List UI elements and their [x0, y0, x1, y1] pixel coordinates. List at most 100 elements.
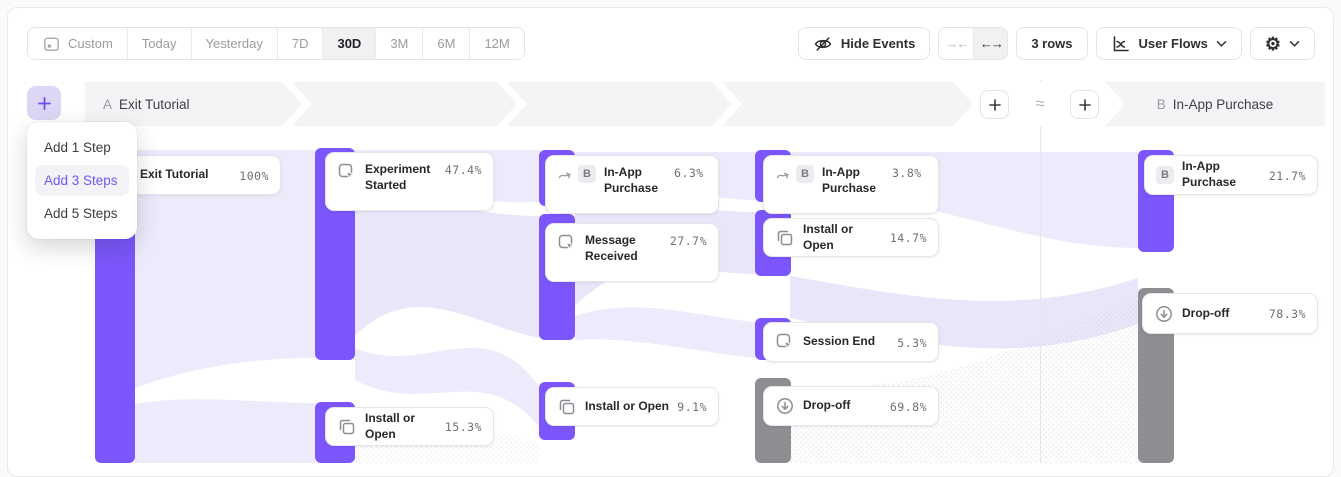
install-icon [337, 417, 357, 437]
date-range-7d[interactable]: 7D [278, 28, 324, 59]
date-range-label: 6M [437, 36, 455, 51]
date-range-yesterday[interactable]: Yesterday [192, 28, 278, 59]
node-value: 5.3% [897, 335, 927, 350]
approx-join-symbol: ≈ [1024, 82, 1056, 126]
flow-node-experiment-started[interactable]: Experiment Started 47.4% [325, 152, 494, 211]
add-step-button-a[interactable] [980, 90, 1009, 119]
flow-node-in-app-purchase-3[interactable]: B In-App Purchase 3.8% [763, 155, 939, 214]
toolbar-right: Hide Events →← ←→ 3 rows User Flows ⚙ [798, 27, 1315, 60]
calendar-icon [42, 34, 61, 53]
drop-off-icon [775, 396, 795, 416]
view-selector-button[interactable]: User Flows [1096, 27, 1242, 60]
flow-node-drop-off-78[interactable]: Drop-off 78.3% [1142, 293, 1318, 334]
date-range-control: Custom Today Yesterday 7D 30D 3M 6M 12M [27, 27, 525, 60]
flow-link-band[interactable] [355, 192, 540, 338]
settings-button[interactable]: ⚙ [1250, 27, 1315, 60]
collapse-expand-control: →← ←→ [938, 27, 1008, 60]
plus-icon [988, 98, 1002, 112]
node-value: 47.4% [445, 162, 482, 177]
node-label: Session End [803, 334, 889, 350]
flow-node-install-or-open-9[interactable]: Install or Open 9.1% [545, 387, 719, 426]
rows-button[interactable]: 3 rows [1016, 27, 1087, 60]
node-value: 14.7% [890, 230, 927, 245]
flows-chart-icon [1111, 34, 1131, 54]
node-label: Message Received [585, 233, 662, 265]
date-range-label: Yesterday [206, 36, 263, 51]
node-value: 78.3% [1269, 306, 1306, 321]
date-range-label: Today [142, 36, 177, 51]
menu-item-add-1-step[interactable]: Add 1 Step [35, 132, 129, 163]
date-range-3m[interactable]: 3M [376, 28, 423, 59]
node-icon-group: B [557, 165, 596, 183]
step-letter-a: A [103, 97, 112, 112]
date-range-label: 7D [292, 36, 309, 51]
step-letter-b: B [1157, 97, 1166, 112]
date-range-label: 30D [337, 36, 361, 51]
node-value: 100% [239, 168, 269, 183]
node-label: Install or Open [585, 399, 669, 415]
view-selector-label: User Flows [1139, 36, 1208, 51]
event-icon [337, 162, 357, 182]
node-label: Drop-off [803, 398, 882, 414]
flow-link-band[interactable] [135, 399, 315, 463]
add-step-button-b[interactable] [1070, 90, 1099, 119]
node-value: 9.1% [677, 399, 707, 414]
node-label: Experiment Started [365, 162, 437, 194]
flow-node-in-app-purchase-21[interactable]: B In-App Purchase 21.7% [1144, 155, 1318, 195]
step-name-b: In-App Purchase [1173, 97, 1274, 112]
event-icon [557, 233, 577, 253]
step-banner-b-label: B In-App Purchase [1105, 82, 1325, 126]
hide-events-label: Hide Events [841, 36, 915, 51]
flow-node-install-or-open-15[interactable]: Install or Open 15.3% [325, 407, 494, 446]
date-range-label: Custom [68, 36, 113, 51]
node-label: Drop-off [1182, 306, 1261, 322]
rows-label: 3 rows [1031, 36, 1072, 51]
section-divider [1040, 80, 1041, 463]
flow-link-band[interactable] [575, 307, 755, 358]
date-range-today[interactable]: Today [128, 28, 192, 59]
node-value: 6.3% [674, 165, 704, 180]
date-range-custom[interactable]: Custom [28, 28, 128, 59]
chevron-down-icon [1289, 40, 1300, 48]
expand-columns-button[interactable]: ←→ [973, 28, 1007, 59]
event-icon [775, 332, 795, 352]
menu-item-add-3-steps[interactable]: Add 3 Steps [35, 165, 129, 196]
date-range-6m[interactable]: 6M [423, 28, 470, 59]
node-value: 27.7% [670, 233, 707, 248]
plus-icon [37, 96, 52, 111]
install-icon [557, 397, 577, 417]
step-b-badge: B [578, 165, 596, 183]
node-value: 69.8% [890, 399, 927, 414]
step-banner-a-label: A Exit Tutorial [103, 82, 190, 126]
flow-node-install-or-open-14[interactable]: Install or Open 14.7% [763, 218, 939, 257]
node-value: 3.8% [892, 165, 922, 180]
collapse-columns-button[interactable]: →← [939, 28, 973, 59]
step-banner-a[interactable] [85, 82, 975, 126]
add-step-plus-button[interactable] [27, 86, 61, 120]
collapse-arrows-icon: →← [945, 36, 967, 51]
flow-arrow-icon [775, 166, 791, 182]
flow-node-drop-off-69[interactable]: Drop-off 69.8% [763, 386, 939, 426]
menu-item-add-5-steps[interactable]: Add 5 Steps [35, 198, 129, 229]
flow-arrow-icon [557, 166, 573, 182]
install-icon [775, 228, 795, 248]
node-label: Install or Open [803, 222, 882, 254]
date-range-12m[interactable]: 12M [470, 28, 523, 59]
node-icon-group: B [775, 165, 814, 183]
add-step-menu: Add 1 Step Add 3 Steps Add 5 Steps [27, 122, 137, 239]
drop-off-icon [1154, 304, 1174, 324]
date-range-label: 12M [484, 36, 509, 51]
node-label: Install or Open [365, 411, 437, 443]
step-b-badge: B [1156, 166, 1174, 184]
hide-events-button[interactable]: Hide Events [798, 27, 930, 60]
date-range-30d[interactable]: 30D [323, 28, 376, 59]
node-value: 21.7% [1269, 168, 1306, 183]
flow-node-in-app-purchase-6[interactable]: B In-App Purchase 6.3% [545, 155, 719, 214]
gear-icon: ⚙ [1265, 35, 1281, 53]
node-value: 15.3% [445, 419, 482, 434]
flow-node-session-end[interactable]: Session End 5.3% [763, 322, 939, 362]
node-icon-group: B [1156, 166, 1174, 184]
node-label: In-App Purchase [604, 165, 666, 197]
node-label: In-App Purchase [822, 165, 884, 197]
flow-node-message-received[interactable]: Message Received 27.7% [545, 223, 719, 282]
